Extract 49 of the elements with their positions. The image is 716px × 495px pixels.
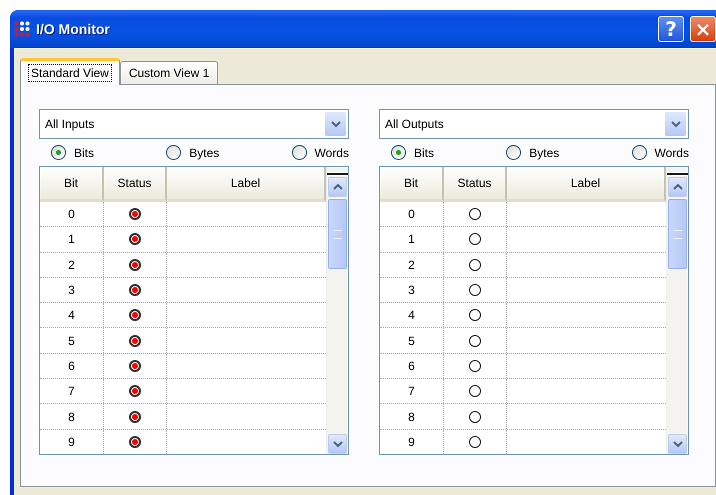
scrollbar[interactable] [666, 167, 688, 454]
tab[interactable]: Standard View [20, 58, 120, 85]
table-cell: 9 [380, 430, 444, 454]
chevron-down-icon [325, 112, 346, 136]
table-cell: 5 [380, 328, 444, 353]
radio-button[interactable]: Words [292, 145, 349, 160]
table-cell: 7 [40, 379, 104, 404]
table-cell: 3 [40, 278, 104, 302]
table-cell: 0 [380, 202, 444, 226]
table-cell: 3 [380, 278, 444, 302]
table-cell: 1 [380, 227, 444, 252]
table-cell: 2 [380, 252, 444, 277]
table-cell: 8 [380, 404, 444, 429]
table-cell: 7 [380, 379, 444, 404]
scroll-up-icon[interactable] [668, 177, 687, 197]
dropdown[interactable]: All Inputs [39, 109, 349, 139]
table-cell: 5 [40, 328, 104, 353]
dropdown[interactable]: All Outputs [379, 109, 689, 139]
table-cell: 9 [40, 430, 104, 454]
table-cell: 0 [40, 202, 104, 226]
dot-grid-icon [14, 21, 30, 37]
table-cell: 4 [40, 303, 104, 328]
radio-button[interactable]: Bits [391, 145, 434, 160]
column-header[interactable]: Status [104, 167, 167, 202]
scroll-thumb[interactable] [328, 199, 347, 269]
table-cell: 4 [380, 303, 444, 328]
table-cell: 2 [40, 252, 104, 277]
column-header[interactable]: Label [507, 167, 666, 202]
radio-button[interactable]: Bits [51, 145, 94, 160]
scroll-thumb[interactable] [668, 199, 687, 269]
help-button[interactable]: ? [658, 16, 684, 42]
column-header[interactable]: Bit [380, 167, 444, 202]
table-cell: 6 [40, 354, 104, 378]
column-header[interactable]: Label [167, 167, 326, 202]
tab[interactable]: Custom View 1 [120, 61, 218, 84]
radio-button[interactable]: Words [632, 145, 689, 160]
column-header[interactable]: Status [444, 167, 507, 202]
scroll-up-icon[interactable] [328, 177, 347, 197]
radio-button[interactable]: Bytes [506, 145, 560, 160]
scroll-down-icon[interactable] [328, 434, 347, 454]
radio-button[interactable]: Bytes [166, 145, 220, 160]
table-cell: 8 [40, 404, 104, 429]
window-title: I/O Monitor [36, 21, 110, 37]
scrollbar[interactable] [326, 167, 348, 454]
scroll-down-icon[interactable] [668, 434, 687, 454]
table-cell: 6 [380, 354, 444, 378]
table-cell: 1 [40, 227, 104, 252]
chevron-down-icon [665, 112, 686, 136]
column-header[interactable]: Bit [40, 167, 104, 202]
